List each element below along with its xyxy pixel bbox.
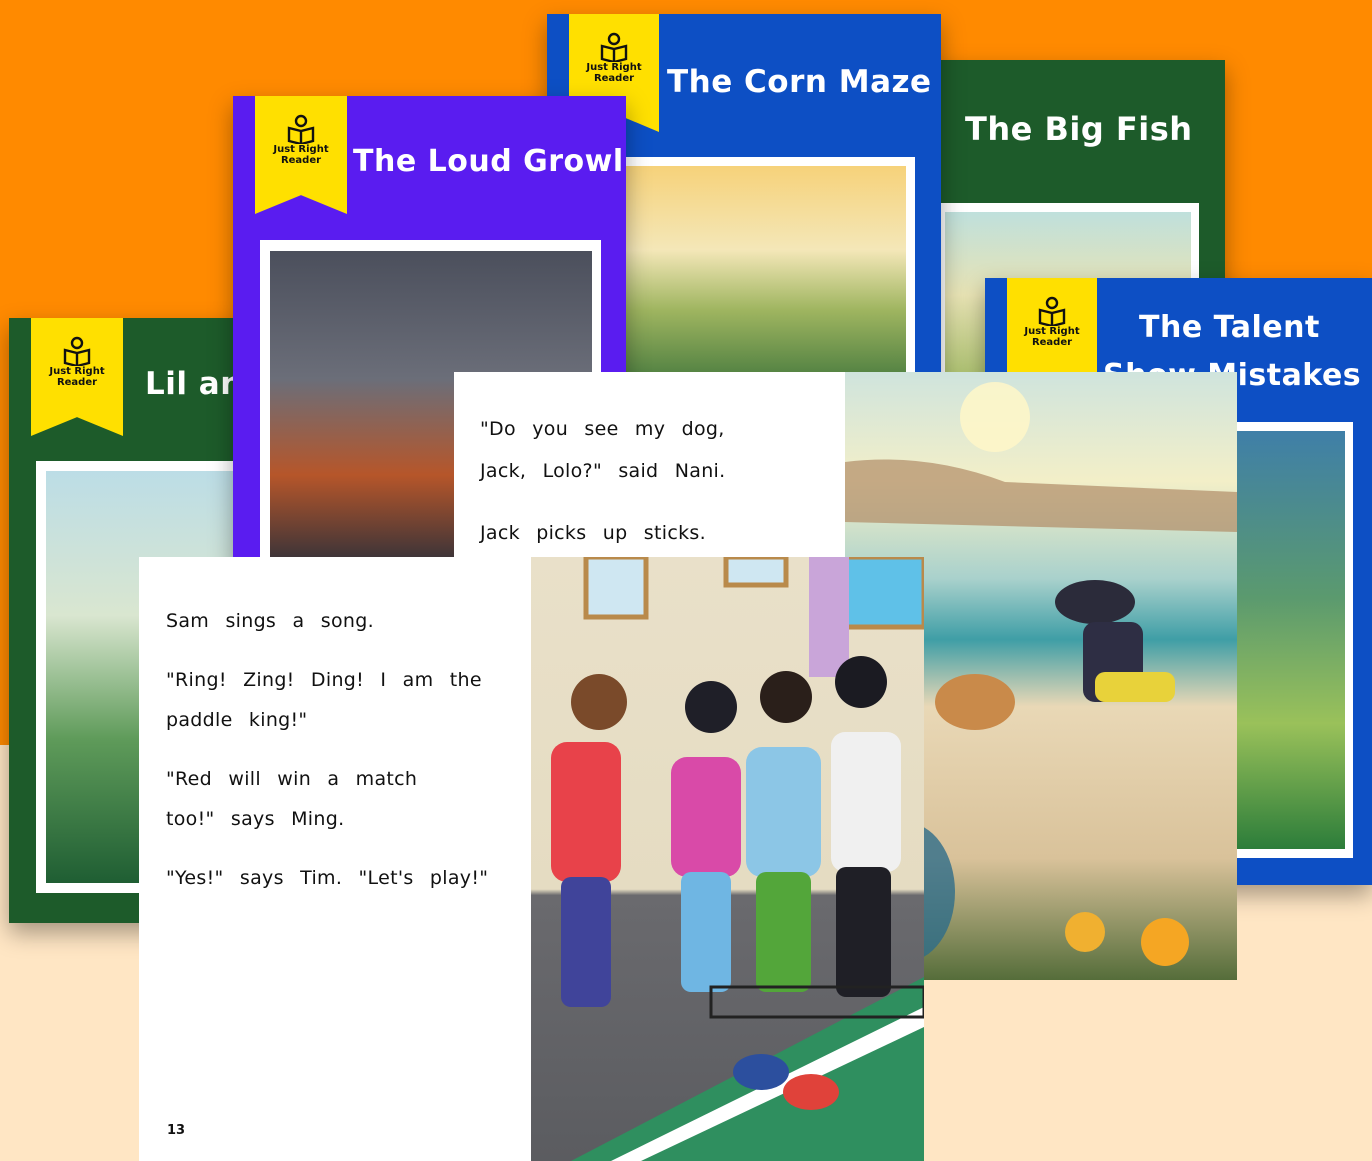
book-title: Lil an bbox=[145, 366, 243, 402]
ribbon-badge: Just Right Reader bbox=[255, 96, 347, 214]
book-reader-icon bbox=[63, 336, 91, 366]
brand-line-1: Just Right bbox=[49, 366, 105, 377]
brand-line-1: Just Right bbox=[586, 62, 642, 73]
book-title: The Big Fish bbox=[965, 110, 1193, 148]
book-title-line-1: The Talent bbox=[1139, 310, 1320, 345]
text-line: Sam sings a song. bbox=[166, 610, 374, 632]
text-line: paddle king!" bbox=[166, 709, 308, 731]
pingpong-illustration-page bbox=[531, 557, 924, 1161]
book-title: The Corn Maze bbox=[667, 64, 932, 100]
pingpong-text: Sam sings a song. "Ring! Zing! Ding! I a… bbox=[166, 601, 488, 898]
pingpong-scene-illustration bbox=[551, 557, 924, 1161]
book-title: The Loud Growl bbox=[353, 144, 624, 179]
page-number: 13 bbox=[167, 1123, 186, 1138]
text-line: Jack, Lolo?" said Nani. bbox=[480, 460, 726, 482]
ribbon-badge: Just Right Reader bbox=[31, 318, 123, 436]
beach-text-page: "Do you see my dog, Jack, Lolo?" said Na… bbox=[454, 372, 846, 562]
brand-line-1: Just Right bbox=[273, 144, 329, 155]
text-line: Jack picks up sticks. bbox=[480, 522, 706, 544]
book-reader-icon bbox=[600, 32, 628, 62]
pingpong-text-page: Sam sings a song. "Ring! Zing! Ding! I a… bbox=[139, 557, 531, 1161]
book-reader-icon bbox=[287, 114, 315, 144]
book-reader-icon bbox=[1038, 296, 1066, 326]
brand-line-2: Reader bbox=[280, 155, 322, 166]
brand-line-2: Reader bbox=[56, 377, 98, 388]
text-line: "Red will win a match bbox=[166, 768, 418, 790]
text-line: too!" says Ming. bbox=[166, 808, 345, 830]
text-line: "Yes!" says Tim. "Let's play!" bbox=[166, 867, 489, 889]
beach-text: "Do you see my dog, Jack, Lolo?" said Na… bbox=[480, 408, 725, 554]
cover-frame bbox=[607, 157, 915, 394]
text-line: "Ring! Zing! Ding! I am the bbox=[166, 669, 482, 691]
brand-line-2: Reader bbox=[1031, 337, 1073, 348]
brand-line-1: Just Right bbox=[1024, 326, 1080, 337]
cover-illustration bbox=[616, 166, 906, 394]
brand-line-2: Reader bbox=[593, 73, 635, 84]
text-line: "Do you see my dog, bbox=[480, 418, 725, 440]
